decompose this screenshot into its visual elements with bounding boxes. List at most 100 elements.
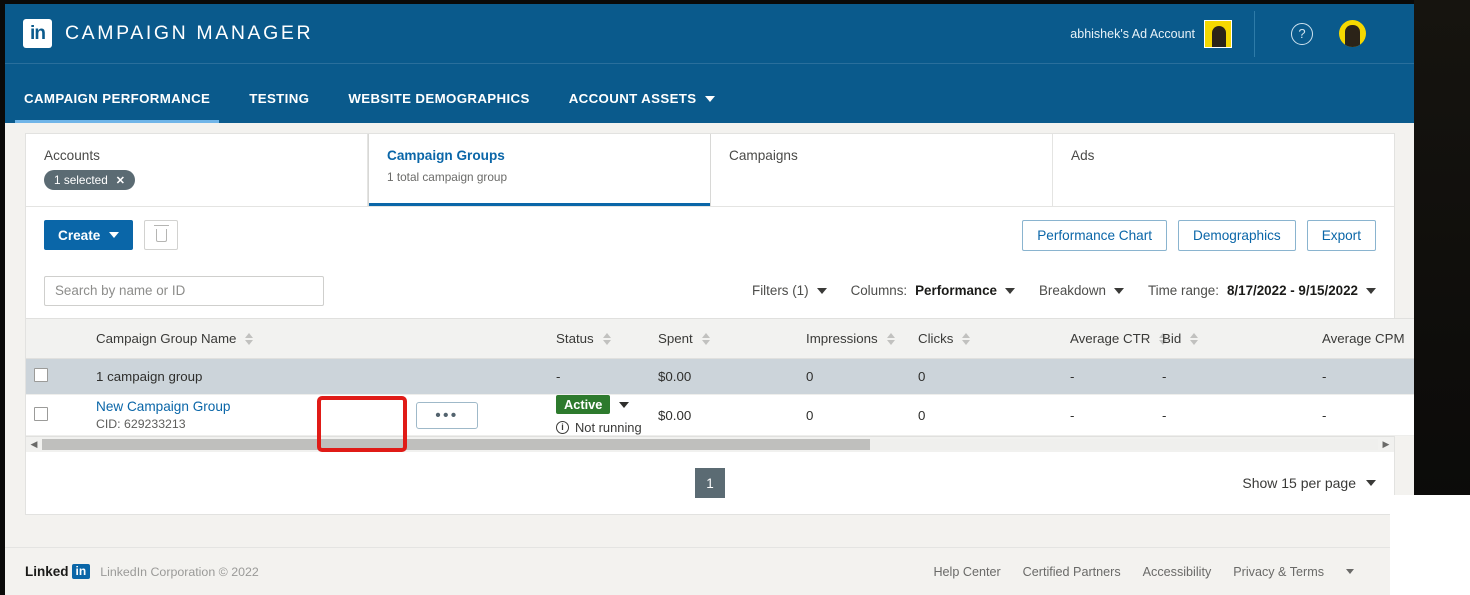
footer-link-privacy-terms[interactable]: Privacy & Terms xyxy=(1233,565,1324,579)
row-overflow-menu-button[interactable]: ••• xyxy=(416,401,478,429)
columns-prefix: Columns: xyxy=(850,283,908,298)
th-campaign-group-name[interactable]: Campaign Group Name xyxy=(88,318,408,359)
row-average-cpm: - xyxy=(1314,394,1414,436)
footer-links: Help Center Certified Partners Accessibi… xyxy=(933,565,1394,579)
row-bid: - xyxy=(1154,394,1314,436)
create-button[interactable]: Create xyxy=(44,220,134,250)
demographics-button[interactable]: Demographics xyxy=(1178,219,1296,251)
search-input[interactable] xyxy=(44,275,324,306)
tab-label: Ads xyxy=(1071,148,1095,163)
capture-frame-bottom-patch xyxy=(1390,495,1470,595)
breakdown-dropdown[interactable]: Breakdown xyxy=(1039,283,1124,298)
tab-subtitle: 1 total campaign group xyxy=(387,170,508,184)
summary-impressions: 0 xyxy=(798,358,910,395)
performance-chart-button[interactable]: Performance Chart xyxy=(1022,219,1168,251)
footer-link-certified-partners[interactable]: Certified Partners xyxy=(1023,565,1121,579)
per-page-dropdown[interactable]: Show 15 per page xyxy=(1242,475,1376,491)
tab-label: Campaigns xyxy=(729,148,798,163)
chevron-down-icon[interactable] xyxy=(1346,569,1354,574)
footer-link-help-center[interactable]: Help Center xyxy=(933,565,1000,579)
breakdown-label: Breakdown xyxy=(1039,283,1106,298)
nav-campaign-performance[interactable]: CAMPAIGN PERFORMANCE xyxy=(14,91,220,123)
user-avatar[interactable] xyxy=(1339,20,1366,47)
summary-average-cpm: - xyxy=(1314,358,1414,395)
th-spent[interactable]: Spent xyxy=(650,318,798,359)
filter-controls: Filters (1) Columns: Performance Breakdo… xyxy=(752,283,1376,298)
sort-icon[interactable] xyxy=(886,332,895,345)
status-chevron-down-icon[interactable] xyxy=(619,401,630,408)
summary-clicks: 0 xyxy=(910,358,1062,395)
filters-dropdown[interactable]: Filters (1) xyxy=(752,283,827,298)
tab-accounts[interactable]: Accounts 1 selected ✕ xyxy=(26,134,368,206)
tab-label: Accounts xyxy=(44,148,100,163)
chevron-down-icon xyxy=(1005,287,1015,294)
page-1-button[interactable]: 1 xyxy=(695,468,725,498)
scrollbar-track[interactable] xyxy=(42,439,1378,450)
nav-account-assets[interactable]: ACCOUNT ASSETS xyxy=(569,91,716,123)
linkedin-logo-icon[interactable]: in xyxy=(23,19,52,48)
th-bid[interactable]: Bid xyxy=(1154,318,1314,359)
th-label: Status xyxy=(556,331,594,346)
th-actions-spacer xyxy=(408,318,548,359)
ad-account-avatar xyxy=(1204,19,1232,48)
th-label: Clicks xyxy=(918,331,954,346)
time-range-dropdown[interactable]: Time range: 8/17/2022 - 9/15/2022 xyxy=(1148,283,1376,298)
row-status-cell: Active i Not running xyxy=(548,394,650,436)
campaign-group-link[interactable]: New Campaign Group xyxy=(96,399,231,414)
app-header: in CAMPAIGN MANAGER abhishek's Ad Accoun… xyxy=(5,4,1414,63)
time-range-value: 8/17/2022 - 9/15/2022 xyxy=(1226,283,1358,298)
row-actions-cell: ••• xyxy=(408,394,548,436)
th-impressions[interactable]: Impressions xyxy=(798,318,910,359)
tab-campaigns[interactable]: Campaigns xyxy=(711,134,1053,206)
filter-bar: Filters (1) Columns: Performance Breakdo… xyxy=(26,263,1394,318)
th-average-cpm[interactable]: Average CPM xyxy=(1314,318,1414,359)
table-horizontal-scrollbar[interactable]: ◀ ▶ xyxy=(26,436,1394,452)
scroll-left-icon[interactable]: ◀ xyxy=(26,439,42,450)
nav-website-demographics[interactable]: WEBSITE DEMOGRAPHICS xyxy=(348,91,529,123)
page-title: CAMPAIGN MANAGER xyxy=(65,22,314,44)
row-checkbox-cell xyxy=(26,394,88,436)
table-header-row: Campaign Group Name Status Spent Impress… xyxy=(26,318,1414,359)
sort-icon[interactable] xyxy=(245,332,254,345)
table-summary-row: 1 campaign group - $0.00 0 0 - - - - xyxy=(26,358,1414,395)
select-all-checkbox[interactable] xyxy=(34,368,48,382)
ad-account-selector[interactable]: abhishek's Ad Account xyxy=(1070,10,1255,57)
help-icon[interactable]: ? xyxy=(1291,22,1313,45)
accounts-selected-chip[interactable]: 1 selected ✕ xyxy=(44,170,135,190)
chevron-down-icon xyxy=(705,95,716,102)
th-status[interactable]: Status xyxy=(548,318,650,359)
campaign-group-cid: CID: 629233213 xyxy=(96,417,186,431)
trash-icon xyxy=(153,224,169,242)
delete-button[interactable] xyxy=(144,220,179,250)
header-right-cluster: abhishek's Ad Account ? xyxy=(1070,4,1414,63)
nav-testing[interactable]: TESTING xyxy=(249,91,309,123)
table-row[interactable]: New Campaign Group CID: 629233213 ••• Ac… xyxy=(26,394,1414,436)
tab-ads[interactable]: Ads xyxy=(1053,134,1394,206)
sort-icon[interactable] xyxy=(701,332,710,345)
footer-link-accessibility[interactable]: Accessibility xyxy=(1143,565,1212,579)
row-impressions: 0 xyxy=(798,394,910,436)
status-badge: Active xyxy=(556,395,611,414)
row-name-cell: New Campaign Group CID: 629233213 xyxy=(88,394,408,436)
sort-icon[interactable] xyxy=(962,332,971,345)
columns-dropdown[interactable]: Columns: Performance xyxy=(851,283,1015,298)
th-clicks[interactable]: Clicks xyxy=(910,318,1062,359)
status-note-label: Not running xyxy=(575,420,642,435)
scrollbar-thumb[interactable] xyxy=(42,439,871,450)
th-label: Impressions xyxy=(806,331,878,346)
sort-icon[interactable] xyxy=(1190,332,1199,345)
chevron-down-icon xyxy=(109,232,120,238)
page-body: Accounts 1 selected ✕ Campaign Groups 1 … xyxy=(5,123,1414,515)
th-label: Spent xyxy=(658,331,693,346)
close-icon[interactable]: ✕ xyxy=(116,174,125,187)
export-button[interactable]: Export xyxy=(1306,219,1376,251)
tab-campaign-groups[interactable]: Campaign Groups 1 total campaign group xyxy=(368,134,711,206)
sort-icon[interactable] xyxy=(602,332,611,345)
th-average-ctr[interactable]: Average CTR xyxy=(1062,318,1168,359)
scroll-right-icon[interactable]: ▶ xyxy=(1378,439,1394,450)
create-label: Create xyxy=(58,227,101,243)
row-checkbox[interactable] xyxy=(34,406,48,421)
status-note: i Not running xyxy=(556,420,642,435)
row-average-ctr: - xyxy=(1062,394,1154,436)
tab-label: Campaign Groups xyxy=(387,148,505,163)
